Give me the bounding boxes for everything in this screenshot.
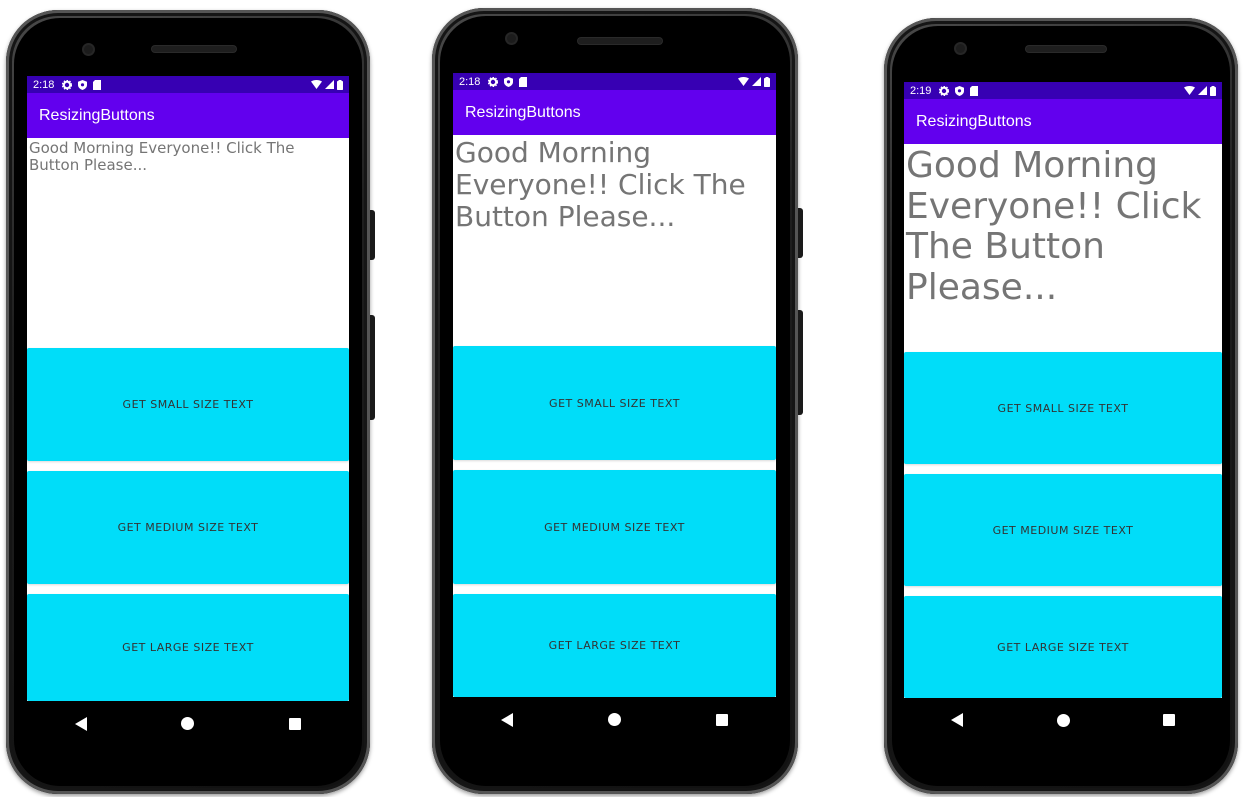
home-icon[interactable] — [1055, 712, 1071, 728]
small-size-button[interactable]: GET SMALL SIZE TEXT — [453, 346, 776, 460]
status-time: 2:18 — [33, 78, 55, 91]
back-icon[interactable] — [73, 716, 89, 732]
small-size-button[interactable]: GET SMALL SIZE TEXT — [27, 348, 349, 461]
gear-icon — [62, 79, 73, 90]
front-camera — [507, 34, 516, 43]
large-size-button[interactable]: GET LARGE SIZE TEXT — [453, 594, 776, 697]
sd-card-icon — [519, 76, 528, 87]
power-button[interactable] — [370, 210, 375, 260]
home-icon[interactable] — [180, 716, 196, 732]
battery-icon — [1210, 85, 1216, 96]
large-size-button[interactable]: GET LARGE SIZE TEXT — [27, 594, 349, 701]
front-camera — [956, 44, 965, 53]
status-bar: 2:19 — [904, 82, 1222, 99]
app-bar: ResizingButtons — [453, 90, 776, 135]
back-icon[interactable] — [949, 712, 965, 728]
earpiece-speaker — [578, 38, 662, 44]
app-title: ResizingButtons — [465, 103, 581, 121]
back-icon[interactable] — [499, 712, 515, 728]
medium-size-button[interactable]: GET MEDIUM SIZE TEXT — [904, 474, 1222, 586]
navigation-bar — [27, 701, 349, 746]
screen: 2:18 ResizingButtons Good Morning Everyo… — [27, 76, 349, 701]
wifi-icon — [1184, 86, 1195, 95]
front-camera — [84, 45, 93, 54]
signal-icon — [752, 77, 761, 86]
status-time: 2:18 — [459, 75, 481, 88]
volume-button[interactable] — [370, 315, 375, 420]
status-time: 2:19 — [910, 84, 932, 97]
large-size-button[interactable]: GET LARGE SIZE TEXT — [904, 596, 1222, 698]
earpiece-speaker — [1026, 46, 1106, 52]
app-bar: ResizingButtons — [904, 99, 1222, 144]
greeting-text: Good Morning Everyone!! Click The Button… — [906, 145, 1202, 309]
wifi-icon — [311, 80, 322, 89]
sd-card-icon — [970, 85, 979, 96]
greeting-text: Good Morning Everyone!! Click The Button… — [29, 139, 295, 174]
screen: 2:19 ResizingButtons Good Morning Everyo… — [904, 82, 1222, 698]
recents-icon[interactable] — [714, 712, 730, 728]
content-area: Good Morning Everyone!! Click The Button… — [27, 138, 349, 701]
earpiece-speaker — [152, 46, 236, 52]
navigation-bar — [453, 697, 776, 742]
shield-icon — [955, 85, 965, 96]
gear-icon — [488, 76, 499, 87]
phone-frame-1: 2:18 ResizingButtons Good Morning Everyo… — [6, 10, 375, 794]
app-title: ResizingButtons — [916, 112, 1032, 130]
recents-icon[interactable] — [287, 716, 303, 732]
medium-size-button[interactable]: GET MEDIUM SIZE TEXT — [453, 470, 776, 584]
wifi-icon — [738, 77, 749, 86]
signal-icon — [325, 80, 334, 89]
power-button[interactable] — [798, 208, 803, 258]
gear-icon — [939, 85, 950, 96]
app-title: ResizingButtons — [39, 106, 155, 124]
navigation-bar — [904, 698, 1222, 742]
battery-icon — [337, 79, 343, 90]
shield-icon — [504, 76, 514, 87]
small-size-button[interactable]: GET SMALL SIZE TEXT — [904, 352, 1222, 464]
phone-frame-3: 2:19 ResizingButtons Good Morning Everyo… — [884, 18, 1238, 794]
battery-icon — [764, 76, 770, 87]
volume-button[interactable] — [798, 310, 803, 415]
greeting-text: Good Morning Everyone!! Click The Button… — [455, 136, 746, 234]
home-icon[interactable] — [606, 712, 622, 728]
phone-frame-2: 2:18 ResizingButtons Good Morning Everyo… — [432, 8, 803, 794]
app-bar: ResizingButtons — [27, 93, 349, 138]
screen: 2:18 ResizingButtons Good Morning Everyo… — [453, 73, 776, 697]
content-area: Good Morning Everyone!! Click The Button… — [453, 135, 776, 697]
shield-icon — [78, 79, 88, 90]
status-bar: 2:18 — [453, 73, 776, 90]
medium-size-button[interactable]: GET MEDIUM SIZE TEXT — [27, 471, 349, 584]
recents-icon[interactable] — [1161, 712, 1177, 728]
status-bar: 2:18 — [27, 76, 349, 93]
sd-card-icon — [93, 79, 102, 90]
content-area: Good Morning Everyone!! Click The Button… — [904, 144, 1222, 698]
signal-icon — [1198, 86, 1207, 95]
